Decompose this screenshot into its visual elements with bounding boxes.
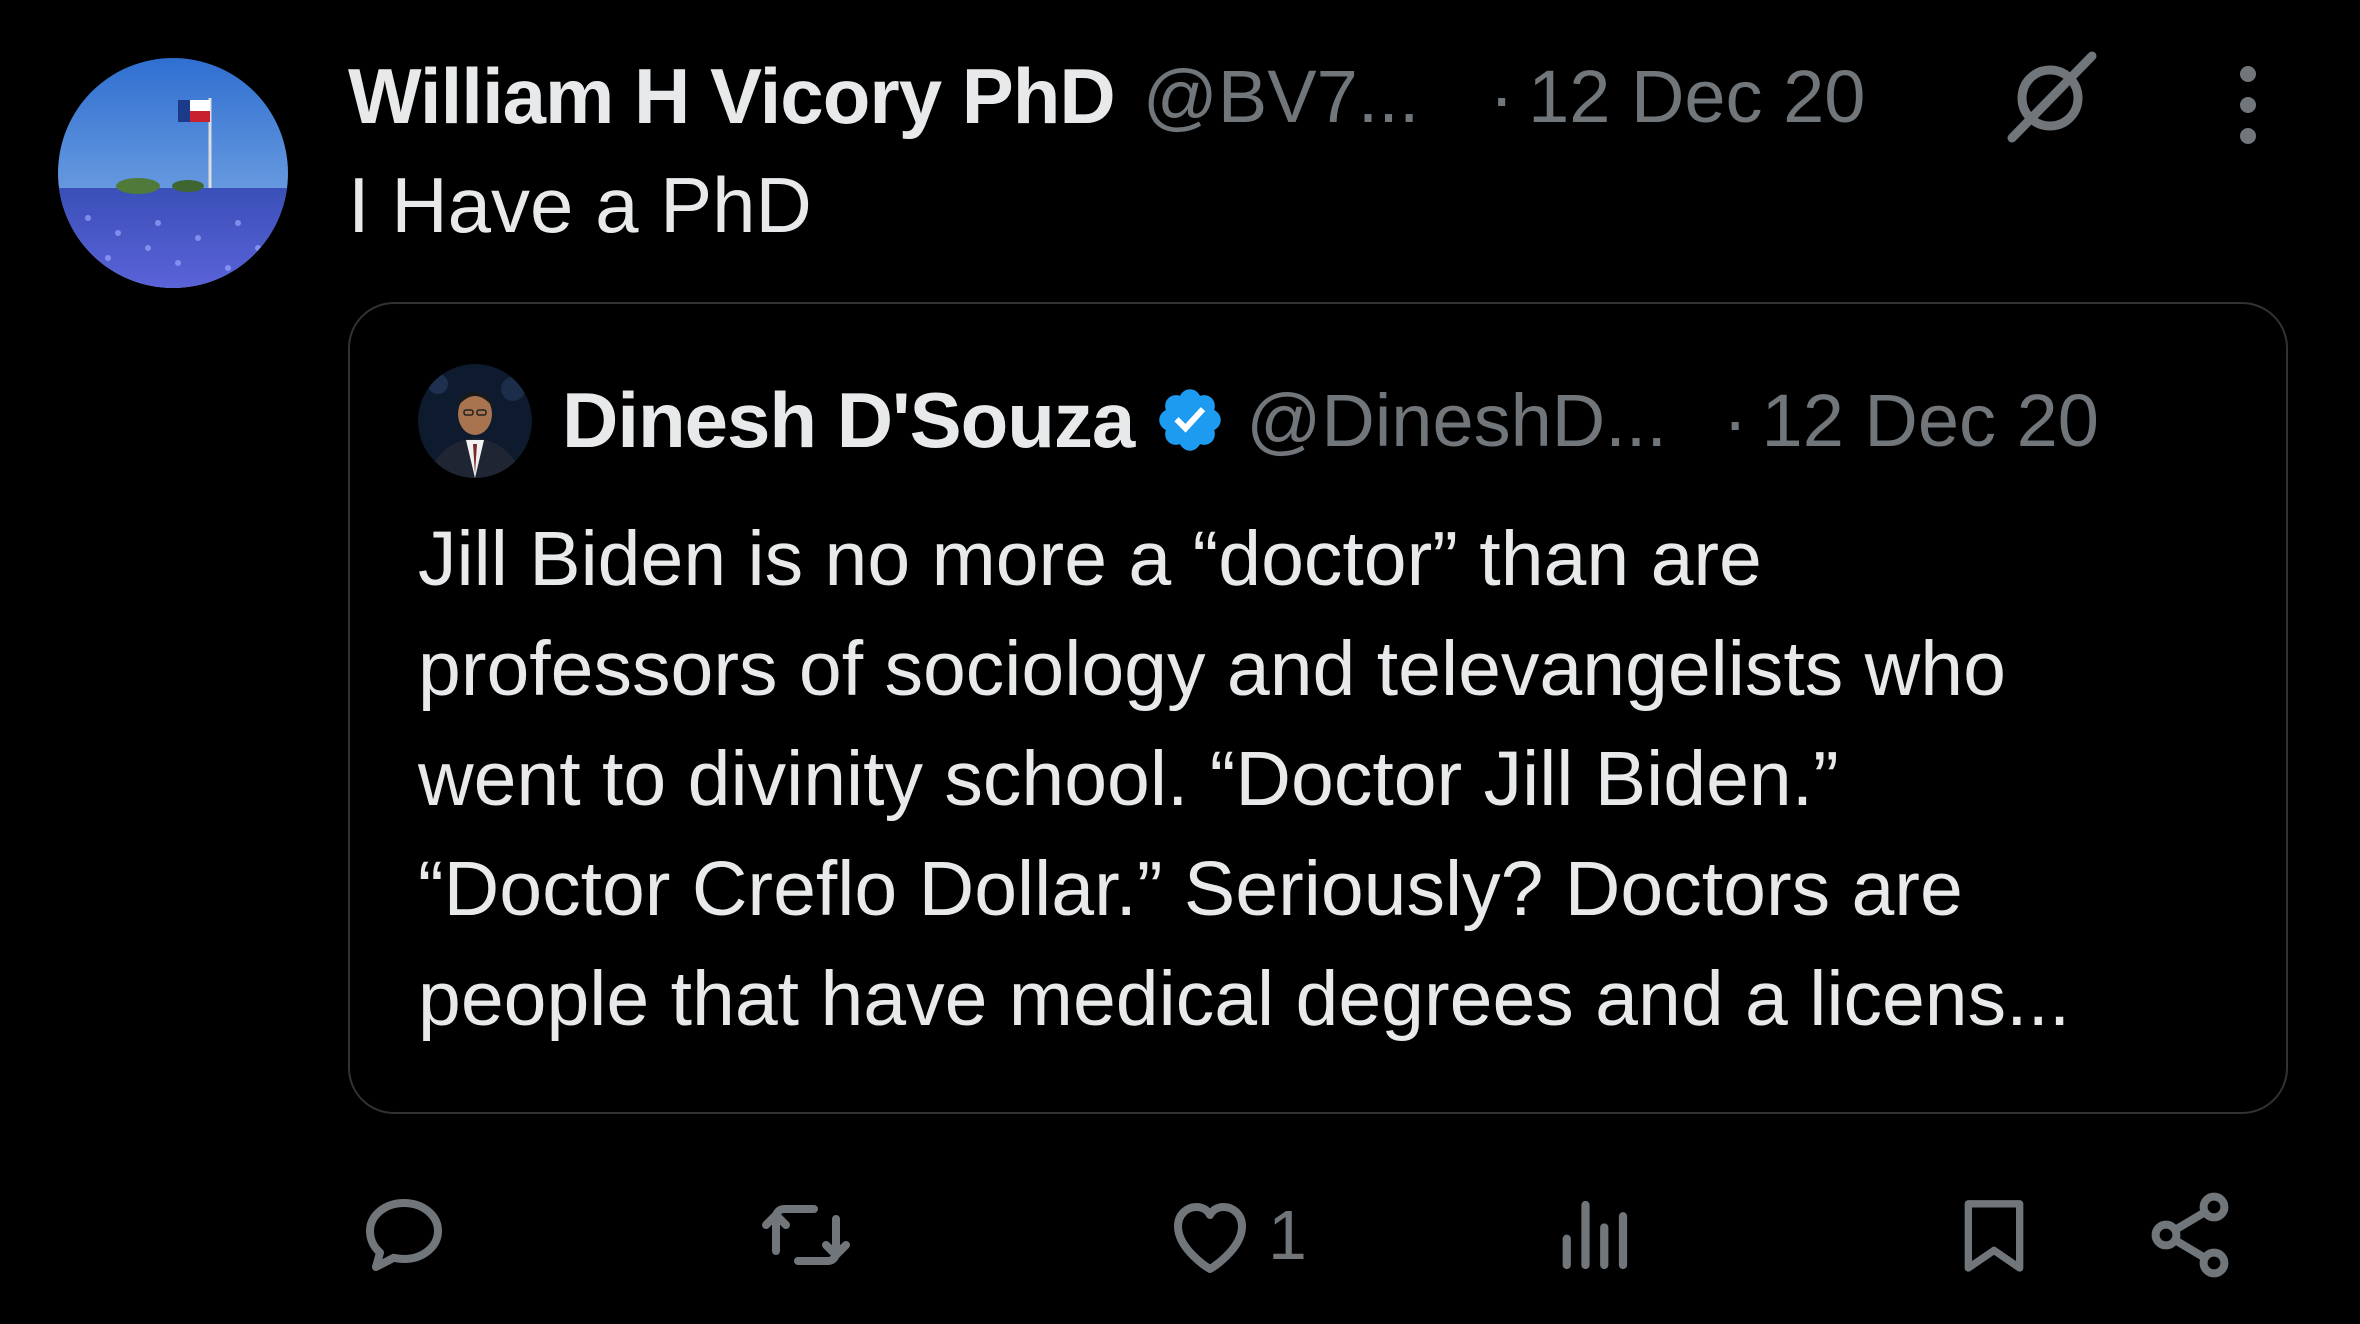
author-name[interactable]: William H Vicory PhD	[348, 51, 1116, 142]
repost-icon	[762, 1205, 850, 1265]
quoted-tweet-card[interactable]: Dinesh D'Souza @DineshD... · 12 Dec 20 J…	[348, 302, 2288, 1114]
quoted-author-handle[interactable]: @DineshD...	[1246, 378, 1667, 463]
heart-icon	[1174, 1203, 1246, 1273]
like-count: 1	[1268, 1196, 1307, 1274]
action-bar: 1	[0, 1180, 2360, 1290]
tweet-header: William H Vicory PhD @BV7... · 12 Dec 20	[348, 46, 1865, 146]
tweet[interactable]: William H Vicory PhD @BV7... · 12 Dec 20…	[0, 0, 2360, 1324]
reply-icon	[366, 1199, 442, 1271]
quoted-post-date[interactable]: 12 Dec 20	[1762, 378, 2099, 463]
views-button[interactable]	[1548, 1180, 1638, 1290]
quoted-author-name[interactable]: Dinesh D'Souza	[562, 375, 1135, 466]
share-button[interactable]	[2142, 1180, 2238, 1290]
quoted-text-line: professors of sociology and televangelis…	[418, 626, 2006, 712]
post-date[interactable]: 12 Dec 20	[1528, 54, 1865, 139]
bluebonnet-field-avatar	[58, 58, 288, 288]
grok-icon[interactable]	[2000, 46, 2100, 146]
separator-dot: ·	[1722, 378, 1748, 462]
portrait-avatar	[418, 364, 532, 478]
repost-button[interactable]	[756, 1180, 856, 1290]
reply-button[interactable]	[356, 1180, 452, 1290]
bookmark-button[interactable]	[1950, 1180, 2038, 1290]
quoted-text-line: “Doctor Creflo Dollar.” Seriously? Docto…	[418, 846, 1963, 932]
quoted-author-avatar[interactable]	[418, 364, 532, 478]
author-handle[interactable]: @BV7...	[1143, 54, 1420, 139]
quoted-text-line: went to divinity school. “Doctor Jill Bi…	[418, 736, 1839, 822]
views-icon	[1562, 1200, 1628, 1270]
quoted-tweet-text: Jill Biden is no more a “doctor” than ar…	[418, 504, 2258, 1054]
quoted-tweet-header: Dinesh D'Souza @DineshD... · 12 Dec 20	[562, 370, 2099, 470]
bookmark-icon	[1964, 1200, 2024, 1272]
share-icon	[2151, 1192, 2229, 1278]
more-vertical-icon[interactable]	[2220, 60, 2276, 150]
author-avatar[interactable]	[58, 58, 288, 288]
quoted-text-line: Jill Biden is no more a “doctor” than ar…	[418, 516, 1762, 602]
like-button[interactable]: 1	[1162, 1180, 1307, 1290]
separator-dot: ·	[1489, 54, 1515, 138]
quoted-text-line: people that have medical degrees and a l…	[418, 956, 2071, 1042]
verified-badge-icon	[1154, 384, 1226, 456]
tweet-text: I Have a PhD	[348, 161, 812, 249]
